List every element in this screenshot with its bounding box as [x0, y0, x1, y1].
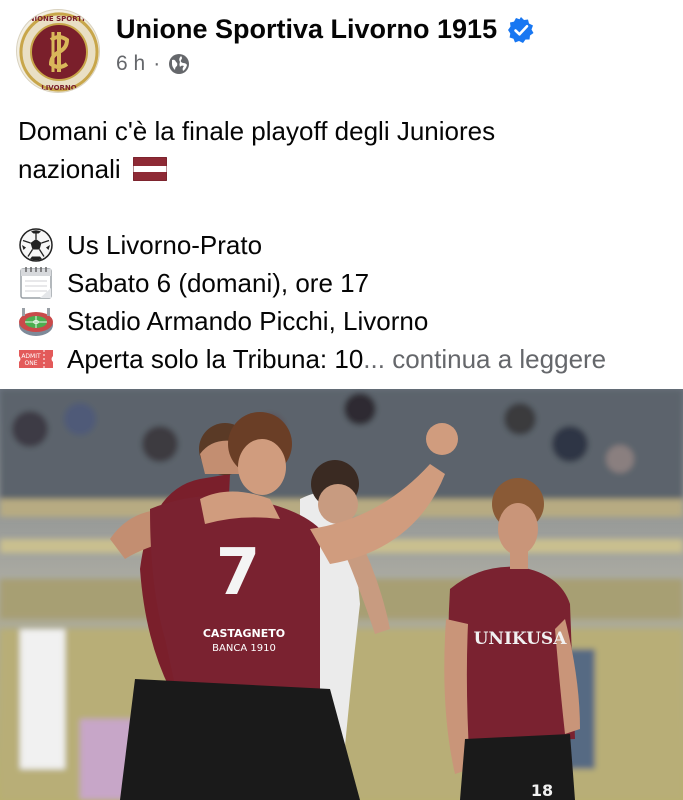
post-meta: 6 h · — [116, 52, 190, 76]
tickets-line: ADMIT ONE Aperta solo la Tribuna: 10... … — [18, 340, 678, 378]
livorno-logo-icon: UNIONE SPORTIVA LIVORNO — [19, 12, 99, 92]
post-intro-line2: nazionali — [18, 154, 121, 184]
calendar-icon — [20, 267, 52, 299]
ticket-one: ONE — [24, 360, 37, 367]
sponsor-right: UNIKUSA — [474, 629, 568, 649]
see-more-link[interactable]: continua a leggere — [392, 340, 606, 378]
date-text: Sabato 6 (domani), ore 17 — [67, 268, 370, 298]
text-line-2: nazionali — [18, 150, 678, 188]
logo-ring-top: UNIONE SPORTIVA — [23, 15, 96, 23]
post-text: Domani c'è la finale playoff degli Junio… — [18, 112, 678, 378]
meta-separator: · — [153, 52, 161, 75]
date-line: Sabato 6 (domani), ore 17 — [18, 264, 678, 302]
stadium-icon — [19, 308, 53, 336]
shirt-number: 7 — [216, 536, 261, 610]
venue-line: Stadio Armando Picchi, Livorno — [18, 302, 678, 340]
page-name[interactable]: Unione Sportiva Livorno 1915 — [116, 14, 497, 45]
shorts-number: 18 — [531, 781, 553, 800]
text-line-1: Domani c'è la finale playoff degli Junio… — [18, 112, 678, 150]
sponsor-front: CASTAGNETO — [203, 627, 285, 640]
celebration-photo: 7 CASTAGNETO BANCA 1910 UNIKUSA 18 — [0, 389, 683, 800]
post-time[interactable]: 6 h — [116, 52, 145, 76]
venue-text: Stadio Armando Picchi, Livorno — [67, 306, 429, 336]
post-intro-line1: Domani c'è la finale playoff degli Junio… — [18, 116, 496, 146]
logo-ring-bottom: LIVORNO — [41, 84, 77, 92]
post-header: UNIONE SPORTIVA LIVORNO Unione Sportiva … — [0, 0, 683, 100]
flag-icon — [132, 157, 167, 181]
page-name-row: Unione Sportiva Livorno 1915 — [116, 14, 535, 45]
soccer-ball-icon — [19, 228, 53, 262]
ticket-icon: ADMIT ONE — [19, 350, 53, 368]
ticket-admit: ADMIT — [21, 353, 41, 360]
post-photo[interactable]: 7 CASTAGNETO BANCA 1910 UNIKUSA 18 — [0, 389, 683, 800]
globe-icon — [169, 54, 190, 74]
match-text: Us Livorno-Prato — [67, 230, 263, 260]
sponsor-front-2: BANCA 1910 — [212, 643, 276, 654]
page-avatar[interactable]: UNIONE SPORTIVA LIVORNO — [16, 9, 100, 93]
ellipsis: ... — [363, 344, 385, 374]
tickets-text: Aperta solo la Tribuna: 10 — [67, 344, 364, 374]
verified-badge-icon — [508, 16, 534, 43]
match-line: Us Livorno-Prato — [18, 226, 678, 264]
